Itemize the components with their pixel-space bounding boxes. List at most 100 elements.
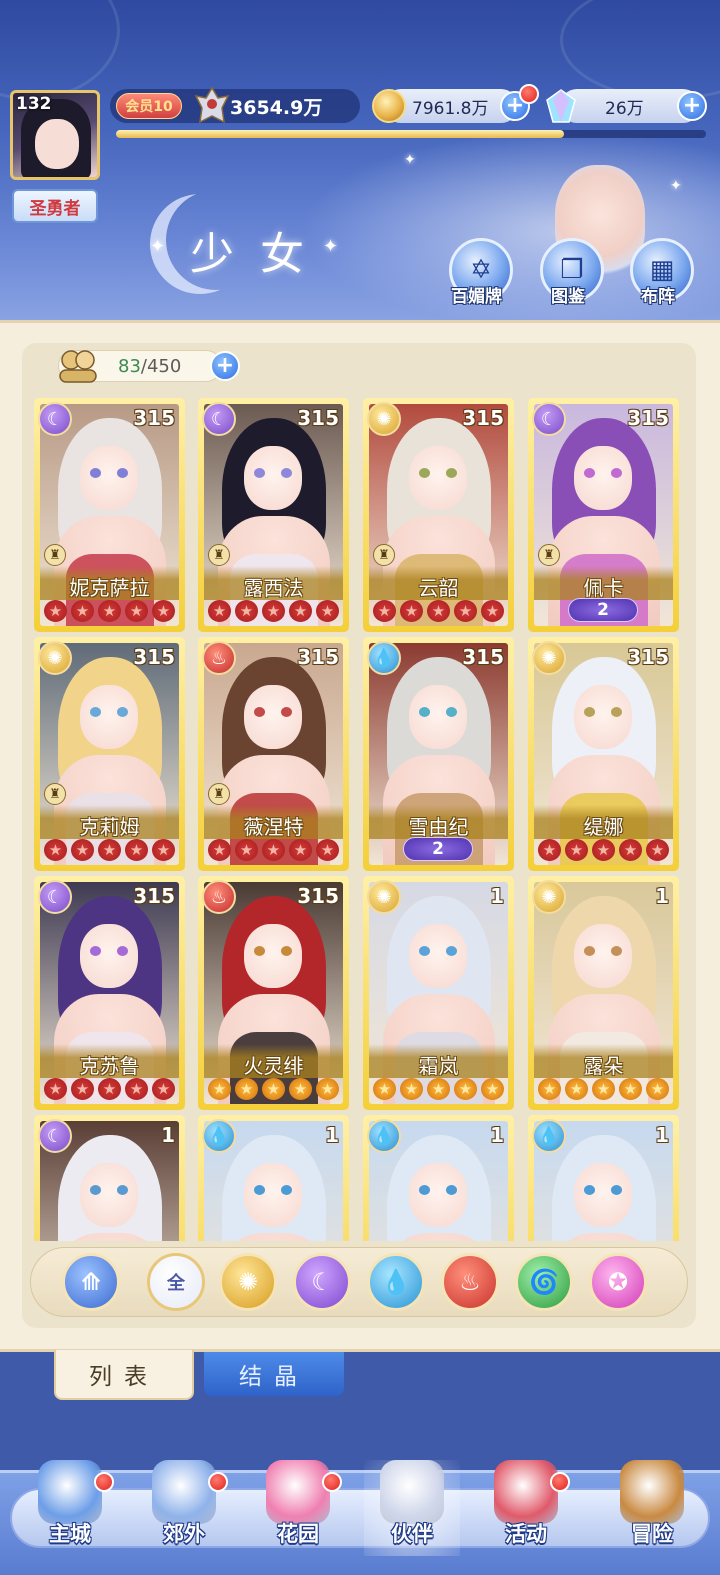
nav-item-1[interactable]: 郊外 bbox=[136, 1460, 232, 1556]
character-card[interactable]: 💧 315 雪由纪 2 bbox=[363, 637, 514, 871]
water-element-icon: 💧 bbox=[381, 1268, 411, 1296]
hexagram-gate-icon bbox=[152, 1460, 216, 1524]
character-card[interactable]: ✺ 315 克莉姆 ♜ ★ ★ ★ ★ ★ bbox=[34, 637, 185, 871]
star-icon: ★ bbox=[316, 1078, 339, 1100]
character-card[interactable]: ☾ 315 佩卡 ♜ 2 bbox=[528, 398, 679, 632]
star-icon: ★ bbox=[44, 839, 67, 861]
character-card[interactable]: ☾ 315 露西法 ♜ ★ ★ ★ ★ ★ bbox=[198, 398, 349, 632]
filter-fire-button[interactable]: ♨ bbox=[441, 1253, 499, 1311]
character-level: 1 bbox=[490, 884, 504, 908]
star-icon: ★ bbox=[481, 1078, 504, 1100]
character-level: 1 bbox=[325, 1123, 339, 1147]
star-icon: ★ bbox=[454, 600, 477, 622]
star-icon: ★ bbox=[373, 600, 396, 622]
character-card[interactable]: ☾ 315 妮克萨拉 ♜ ★ ★ ★ ★ ★ bbox=[34, 398, 185, 632]
moon-element-icon: ☾ bbox=[38, 1119, 72, 1153]
filter-sun-button[interactable]: ✺ bbox=[219, 1253, 277, 1311]
tab-crystal[interactable]: 结晶 bbox=[204, 1352, 344, 1396]
star-icon: ★ bbox=[289, 600, 312, 622]
character-grid: ☾ 315 妮克萨拉 ♜ ★ ★ ★ ★ ★ ☾ 315 露西法 ♜ ★ ★ ★ ★ ★ ✺ 315 云韶 ♜ ★ ★ ★ ★ ★ ☾… bbox=[34, 398, 684, 1241]
star-icon: ★ bbox=[235, 600, 258, 622]
character-card[interactable]: ☾ 315 克苏鲁 ★ ★ ★ ★ ★ bbox=[34, 876, 185, 1110]
character-level: 315 bbox=[297, 406, 339, 430]
roster-count: 83/450 bbox=[118, 356, 181, 377]
star-rating: ★ ★ ★ ★ ★ bbox=[44, 839, 175, 861]
star-icon: ★ bbox=[152, 1078, 175, 1100]
character-card[interactable]: 💧 1 bbox=[363, 1115, 514, 1241]
star-icon: ★ bbox=[646, 839, 669, 861]
character-level: 315 bbox=[133, 645, 175, 669]
star-icon: ★ bbox=[125, 600, 148, 622]
nav-label: 花园 bbox=[277, 1522, 319, 1546]
character-card[interactable]: ✺ 315 云韶 ♜ ★ ★ ★ ★ ★ bbox=[363, 398, 514, 632]
character-card[interactable]: ♨ 315 薇涅特 ♜ ★ ★ ★ ★ ★ bbox=[198, 637, 349, 871]
star-rating: ★ ★ ★ ★ ★ bbox=[208, 1078, 339, 1100]
character-level: 315 bbox=[133, 406, 175, 430]
chess-rank-icon: ♜ bbox=[208, 783, 230, 805]
filter-all-button[interactable]: 全 bbox=[147, 1253, 205, 1311]
star-icon: ★ bbox=[373, 1078, 396, 1100]
chess-rank-icon: ♜ bbox=[538, 544, 560, 566]
add-gems-button[interactable]: + bbox=[677, 91, 707, 121]
coins-notification-dot bbox=[519, 84, 539, 104]
star-icon: ★ bbox=[98, 1078, 121, 1100]
character-name: 云韶 bbox=[418, 576, 459, 600]
sun-element-icon: ✺ bbox=[38, 641, 72, 675]
nav-item-4[interactable]: 活动 bbox=[478, 1460, 574, 1556]
experience-bar bbox=[116, 130, 706, 138]
star-icon: ★ bbox=[98, 839, 121, 861]
notification-dot bbox=[94, 1472, 114, 1492]
character-level: 315 bbox=[297, 645, 339, 669]
character-card[interactable]: ✺ 315 缇娜 ★ ★ ★ ★ ★ bbox=[528, 637, 679, 871]
player-title-badge[interactable]: 圣勇者 bbox=[12, 189, 98, 223]
star-icon: ★ bbox=[235, 839, 258, 861]
moon-element-icon: ☾ bbox=[532, 402, 566, 436]
star-element-icon: ✪ bbox=[607, 1268, 629, 1296]
star-icon: ★ bbox=[289, 839, 312, 861]
character-card[interactable]: ♨ 315 火灵绯 ★ ★ ★ ★ ★ bbox=[198, 876, 349, 1110]
nav-item-2[interactable]: 花园 bbox=[250, 1460, 346, 1556]
star-rating: ★ ★ ★ ★ ★ bbox=[44, 600, 175, 622]
filter-water-button[interactable]: 💧 bbox=[367, 1253, 425, 1311]
fire-element-icon: ♨ bbox=[202, 880, 236, 914]
moon-element-icon: ☾ bbox=[202, 402, 236, 436]
nav-item-0[interactable]: 主城 bbox=[22, 1460, 118, 1556]
character-card[interactable]: ✺ 1 霜岚 ★ ★ ★ ★ ★ bbox=[363, 876, 514, 1110]
star-rating: ★ ★ ★ ★ ★ bbox=[538, 839, 669, 861]
character-level: 315 bbox=[627, 645, 669, 669]
compass-icon bbox=[620, 1460, 684, 1524]
filter-sky-button[interactable]: ⟰ bbox=[62, 1253, 120, 1311]
character-level: 1 bbox=[161, 1123, 175, 1147]
vip-badge[interactable]: 会员10 bbox=[116, 93, 182, 119]
character-name: 露西法 bbox=[243, 576, 304, 600]
star-rating: ★ ★ ★ ★ ★ bbox=[538, 1078, 669, 1100]
star-icon: ★ bbox=[454, 1078, 477, 1100]
filter-moon-button[interactable]: ☾ bbox=[293, 1253, 351, 1311]
water-element-icon: 💧 bbox=[202, 1119, 236, 1153]
hexagram-book-icon: ✡ bbox=[470, 255, 492, 285]
star-icon: ★ bbox=[71, 839, 94, 861]
power-crest-icon bbox=[194, 86, 230, 124]
sun-element-icon: ✺ bbox=[532, 641, 566, 675]
roster-owned-count: 83 bbox=[118, 356, 141, 377]
water-element-icon: 💧 bbox=[367, 641, 401, 675]
star-rating: ★ ★ ★ ★ ★ bbox=[373, 1078, 504, 1100]
expand-roster-button[interactable]: + bbox=[210, 351, 240, 381]
star-icon: ★ bbox=[208, 600, 231, 622]
character-card[interactable]: 💧 1 bbox=[198, 1115, 349, 1241]
nav-item-3[interactable]: 伙伴 bbox=[364, 1460, 460, 1556]
combat-power-value: 3654.9万 bbox=[230, 97, 323, 119]
star-icon: ★ bbox=[565, 1078, 588, 1100]
moon-element-icon: ☾ bbox=[38, 880, 72, 914]
character-name: 克苏鲁 bbox=[79, 1054, 140, 1078]
star-rating: ★ ★ ★ ★ ★ bbox=[373, 600, 504, 622]
character-card[interactable]: ☾ 1 bbox=[34, 1115, 185, 1241]
character-card[interactable]: ✺ 1 露朵 ★ ★ ★ ★ ★ bbox=[528, 876, 679, 1110]
tab-list[interactable]: 列表 bbox=[54, 1350, 194, 1400]
character-card[interactable]: 💧 1 bbox=[528, 1115, 679, 1241]
moon-element-icon: ☾ bbox=[311, 1268, 333, 1296]
star-icon: ★ bbox=[592, 1078, 615, 1100]
nav-item-5[interactable]: 冒险 bbox=[604, 1460, 700, 1556]
filter-wind-button[interactable]: 🌀 bbox=[515, 1253, 573, 1311]
filter-star-button[interactable]: ✪ bbox=[589, 1253, 647, 1311]
